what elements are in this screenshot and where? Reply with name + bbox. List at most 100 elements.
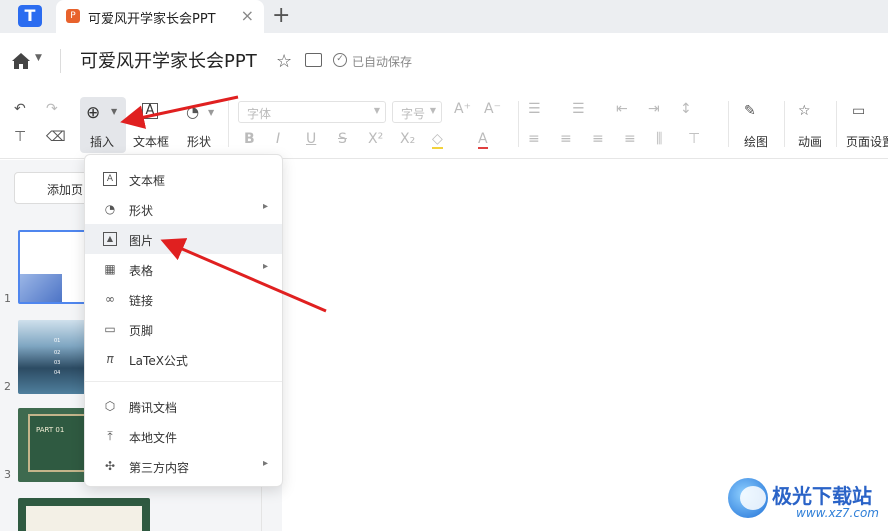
slide-number: 1 [4,292,11,305]
divider [784,101,785,147]
italic-icon[interactable]: I [276,131,280,147]
align-left-icon[interactable]: ≡ [528,131,540,147]
autosave-status: 已自动保存 [352,55,413,69]
watermark-title: 极光下载站 [772,484,872,508]
redo-icon[interactable]: ↷ [46,101,58,117]
menu-item-link[interactable]: ∞ 链接 [85,284,282,314]
app-logo-icon[interactable]: T [18,5,42,27]
textbox-label[interactable]: 文本框 [133,133,169,150]
chevron-right-icon: ▸ [262,261,268,272]
vertical-align-icon[interactable]: ⊤ [688,131,700,147]
underline-icon[interactable]: U [306,131,316,147]
chevron-down-icon: ▼ [373,106,380,115]
current-slide[interactable] [282,160,888,531]
font-select[interactable]: 字体 ▼ [238,101,386,123]
menu-divider [85,381,282,382]
outdent-icon[interactable]: ⇤ [616,101,628,117]
pi-icon: π [106,352,114,366]
insert-plus-icon: ⊕ [86,103,101,123]
shape-caret-icon[interactable]: ▼ [208,108,214,117]
menu-item-local-file[interactable]: ⤒ 本地文件 [85,421,282,451]
menu-item-shape[interactable]: ◔ 形状 ▸ [85,194,282,224]
bold-icon[interactable]: B [244,131,255,147]
document-title[interactable]: 可爱风开学家长会PPT [80,47,257,73]
slide-number: 3 [4,468,11,481]
align-right-icon[interactable]: ≡ [592,131,604,147]
watermark-logo-inner [740,486,766,510]
shape-icon[interactable]: ◔ [186,103,199,121]
font-placeholder: 字体 [247,107,272,121]
star-icon[interactable]: ☆ [276,51,292,72]
increase-font-icon[interactable]: A⁺ [454,101,471,117]
menu-item-tencent-doc[interactable]: ⬡ 腾讯文档 [85,391,282,421]
numbered-list-icon[interactable]: ☰ [572,101,585,117]
tencent-doc-icon: ⬡ [104,399,116,413]
slide-content [26,506,142,531]
menu-item-label: 页脚 [129,324,154,338]
slide-text: 03 [54,360,61,366]
size-placeholder: 字号 [401,107,426,121]
textbox-icon: A [103,172,117,186]
slide-text: PART 01 [36,426,65,434]
menu-item-label: 第三方内容 [129,461,190,475]
insert-label: 插入 [90,135,115,149]
menu-item-image[interactable]: ▲ 图片 [85,224,282,254]
subscript-icon[interactable]: X₂ [400,131,415,147]
ppt-file-icon: P [66,9,80,23]
decrease-font-icon[interactable]: A⁻ [484,101,501,117]
home-icon[interactable] [10,51,32,71]
eraser-icon[interactable]: ⌫ [46,129,66,145]
divider [518,101,519,147]
link-icon: ∞ [105,292,115,306]
upload-icon: ⤒ [107,429,113,443]
bullet-list-icon[interactable]: ☰ [528,101,541,117]
menu-item-label: 表格 [129,264,154,278]
tab-document[interactable]: P 可爱风开学家长会PPT × [56,0,264,33]
divider [836,101,837,147]
superscript-icon[interactable]: X² [368,131,383,147]
font-size-select[interactable]: 字号 ▼ [392,101,442,123]
puzzle-icon: ✣ [104,459,116,473]
animation-label[interactable]: 动画 [798,133,822,150]
shape-label[interactable]: 形状 [187,133,211,150]
page-setup-icon[interactable]: ▭ [852,103,865,119]
menu-item-footer[interactable]: ▭ 页脚 [85,314,282,344]
shape-icon: ◔ [104,202,116,216]
animation-icon[interactable]: ☆ [798,103,811,119]
chevron-right-icon: ▸ [262,458,268,469]
justify-icon[interactable]: ≡ [624,131,636,147]
textbox-icon[interactable]: A [142,103,158,119]
slide-number: 2 [4,380,11,393]
undo-icon[interactable]: ↶ [14,101,26,117]
align-center-icon[interactable]: ≡ [560,131,572,147]
tab-bar: T P 可爱风开学家长会PPT × + [0,0,888,33]
move-to-folder-icon[interactable] [305,53,322,67]
draw-label[interactable]: 绘图 [744,133,768,150]
close-tab-icon[interactable]: × [241,6,254,25]
strikethrough-icon[interactable]: S [338,131,347,147]
home-dropdown-icon[interactable]: ▼ [35,53,42,63]
watermark-url: www.xz7.com [796,506,879,520]
slide-text: 01 [54,338,61,344]
menu-item-textbox[interactable]: A 文本框 [85,164,282,194]
indent-icon[interactable]: ⇥ [648,101,660,117]
distribute-icon[interactable]: ⫼ [656,131,662,147]
menu-item-label: 本地文件 [129,431,178,445]
menu-item-latex[interactable]: π LaTeX公式 [85,344,282,374]
editor-canvas [262,160,888,531]
slide-text: 02 [54,350,61,356]
menu-item-label: 链接 [129,294,154,308]
slide-decoration [20,274,62,302]
highlight-icon[interactable]: ◇ [432,131,443,149]
font-color-icon[interactable]: A [478,131,488,149]
menu-item-table[interactable]: ▦ 表格 ▸ [85,254,282,284]
menu-item-label: 形状 [129,204,154,218]
slide-thumbnail[interactable] [18,498,150,531]
draw-icon[interactable]: ✎ [744,103,756,119]
line-spacing-icon[interactable]: ↕ [680,101,692,117]
title-row: ▼ 可爱风开学家长会PPT ☆ ✓ 已自动保存 [0,33,888,89]
format-painter-icon[interactable]: ⊤ [14,129,26,145]
new-tab-button[interactable]: + [272,3,290,28]
menu-item-third-party[interactable]: ✣ 第三方内容 ▸ [85,451,282,481]
page-setup-label[interactable]: 页面设置 [846,133,888,150]
